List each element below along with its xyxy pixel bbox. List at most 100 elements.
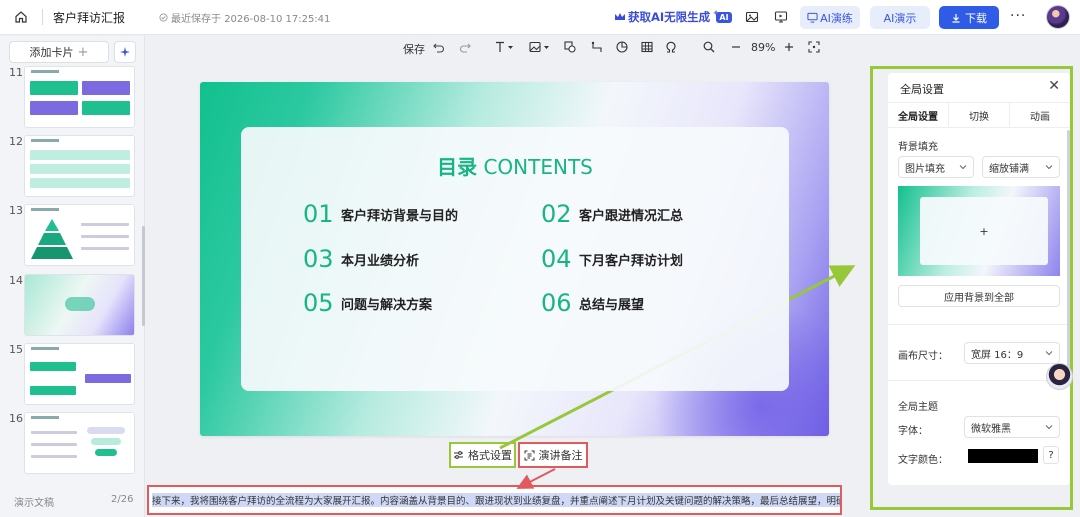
fill-mode-select[interactable]: 缩放铺满 <box>982 156 1060 178</box>
slide-number: 15 <box>9 343 23 356</box>
format-settings-button[interactable]: 格式设置 <box>449 442 516 468</box>
font-select[interactable]: 微软雅黑 <box>964 416 1060 438</box>
toc-text: 客户跟进情况汇总 <box>579 208 684 224</box>
assistant-avatar[interactable] <box>1046 363 1073 390</box>
thumb-block <box>87 427 125 434</box>
thumb-block <box>30 386 76 395</box>
save-status-text: 最近保存于 2026-08-10 17:25:41 <box>171 13 331 25</box>
thumb-block <box>82 101 130 115</box>
fit-screen-icon[interactable] <box>808 41 820 53</box>
toc-item-5[interactable]: 05 问题与解决方案 <box>303 289 432 317</box>
format-settings-label: 格式设置 <box>468 449 512 462</box>
ai-magic-button[interactable] <box>114 41 136 63</box>
save-status: 最近保存于 2026-08-10 17:25:41 <box>159 10 330 25</box>
toc-item-1[interactable]: 01 客户拜访背景与目的 <box>303 200 458 228</box>
slide-thumbnail-11[interactable] <box>24 66 135 128</box>
toc-item-2[interactable]: 02 客户跟进情况汇总 <box>541 200 683 228</box>
thumb-block <box>85 374 131 383</box>
thumb-text <box>81 247 129 250</box>
table-tool-icon[interactable] <box>641 41 653 53</box>
more-options-button[interactable]: ··· <box>1010 8 1026 24</box>
notes-label: 演示文稿 <box>14 498 54 509</box>
slide-list-scrollbar[interactable] <box>142 226 145 326</box>
toc-item-3[interactable]: 03 本月业绩分析 <box>303 245 419 273</box>
ai-badge-button[interactable]: AI <box>715 8 733 26</box>
settings-panel-scrollbar[interactable] <box>1067 130 1070 370</box>
slide-thumbnail-14[interactable] <box>24 274 135 336</box>
fill-type-select[interactable]: 图片填充 <box>898 156 974 178</box>
omega-symbol-icon[interactable] <box>665 41 677 53</box>
image-edit-icon[interactable] <box>743 8 761 26</box>
pyramid-graphic <box>31 219 73 259</box>
speaker-notes-editor[interactable]: 接下来，我将围绕客户拜访的全流程为大家展开汇报。内容涵盖从背景目的、跟进现状到业… <box>147 485 842 515</box>
speaker-notes-text[interactable]: 接下来，我将围绕客户拜访的全流程为大家展开汇报。内容涵盖从背景目的、跟进现状到业… <box>152 493 840 507</box>
home-icon[interactable] <box>10 6 32 28</box>
download-label: 下载 <box>965 11 987 25</box>
apply-background-all-button[interactable]: 应用背景到全部 <box>898 285 1060 307</box>
present-screen-icon[interactable] <box>772 8 790 26</box>
slide-content-card[interactable]: 目录 CONTENTS 01 客户拜访背景与目的 02 客户跟进情况汇总 03 … <box>241 127 789 391</box>
toc-item-6[interactable]: 06 总结与展望 <box>541 289 644 317</box>
toc-number: 02 <box>541 200 572 228</box>
slide-canvas[interactable]: 目录 CONTENTS 01 客户拜访背景与目的 02 客户跟进情况汇总 03 … <box>200 82 829 436</box>
zoom-out-icon[interactable] <box>731 41 741 53</box>
document-title[interactable]: 客户拜访汇报 <box>53 9 125 26</box>
slide-thumbnail-12[interactable] <box>24 135 135 197</box>
thumb-block <box>30 362 76 371</box>
chart-tool-icon[interactable] <box>616 41 628 53</box>
thumb-text <box>31 431 77 434</box>
canvas-size-label: 画布尺寸： <box>898 351 948 362</box>
ai-practice-icon <box>807 12 818 23</box>
check-circle-icon <box>159 12 168 22</box>
chevron-down-icon <box>1045 351 1053 356</box>
ai-practice-button[interactable]: AI演练 <box>800 6 860 29</box>
thumb-title-bar <box>31 416 59 419</box>
slide-number: 12 <box>9 135 23 148</box>
search-icon[interactable] <box>703 41 715 53</box>
shape-tool-icon[interactable] <box>564 41 576 53</box>
panel-title: 全局设置 <box>900 83 944 96</box>
slide-title[interactable]: 目录 CONTENTS <box>241 151 789 180</box>
text-tool-icon[interactable] <box>495 41 515 53</box>
slide-thumbnail-16[interactable] <box>24 412 135 474</box>
slide-thumbnail-15[interactable] <box>24 343 135 405</box>
thumb-block <box>82 81 130 95</box>
canvas-size-select[interactable]: 宽屏 16：9 <box>964 342 1060 364</box>
fill-type-value: 图片填充 <box>905 163 945 175</box>
connector-tool-icon[interactable] <box>591 41 603 53</box>
close-icon[interactable]: ✕ <box>1048 78 1060 94</box>
tab-animation[interactable]: 动画 <box>1010 103 1070 127</box>
tab-global-settings[interactable]: 全局设置 <box>888 103 949 127</box>
help-button[interactable]: ? <box>1043 446 1059 464</box>
image-tool-icon[interactable] <box>529 41 551 53</box>
plus-icon: + <box>77 44 89 60</box>
global-settings-panel: 全局设置 ✕ 全局设置 切换 动画 背景填充 图片填充 缩放铺满 + 应用背景到… <box>888 73 1070 485</box>
text-color-swatch[interactable] <box>968 449 1038 463</box>
fill-mode-value: 缩放铺满 <box>989 163 1029 175</box>
background-preview[interactable]: + <box>898 186 1060 276</box>
thumb-block <box>30 101 78 115</box>
divider <box>42 9 43 25</box>
thumb-block <box>30 81 78 95</box>
divider <box>888 380 1070 381</box>
notes-scan-icon <box>524 450 534 460</box>
sparkle-icon <box>120 47 130 57</box>
ai-present-button[interactable]: AI演示 <box>870 6 930 29</box>
slide-thumbnail-13[interactable] <box>24 204 135 266</box>
undo-icon[interactable] <box>433 41 445 53</box>
promo-link[interactable]: 获取AI无限生成 ✦ <box>614 9 720 25</box>
toc-item-4[interactable]: 04 下月客户拜访计划 <box>541 245 683 273</box>
zoom-in-icon[interactable] <box>784 41 794 53</box>
tab-transition[interactable]: 切换 <box>949 103 1010 127</box>
redo-icon[interactable] <box>459 41 471 53</box>
add-card-button[interactable]: 添加卡片 + <box>9 41 109 63</box>
sliders-icon <box>454 451 463 459</box>
speaker-notes-button[interactable]: 演讲备注 <box>518 442 588 468</box>
toc-text: 问题与解决方案 <box>341 297 433 313</box>
zoom-level[interactable]: 89% <box>751 41 775 54</box>
slide-title-cn: 目录 <box>437 155 478 179</box>
download-button[interactable]: 下载 <box>939 6 999 29</box>
user-avatar[interactable] <box>1046 5 1070 29</box>
save-button[interactable]: 保存 <box>403 41 425 57</box>
canvas-size-value: 宽屏 16：9 <box>971 349 1024 361</box>
